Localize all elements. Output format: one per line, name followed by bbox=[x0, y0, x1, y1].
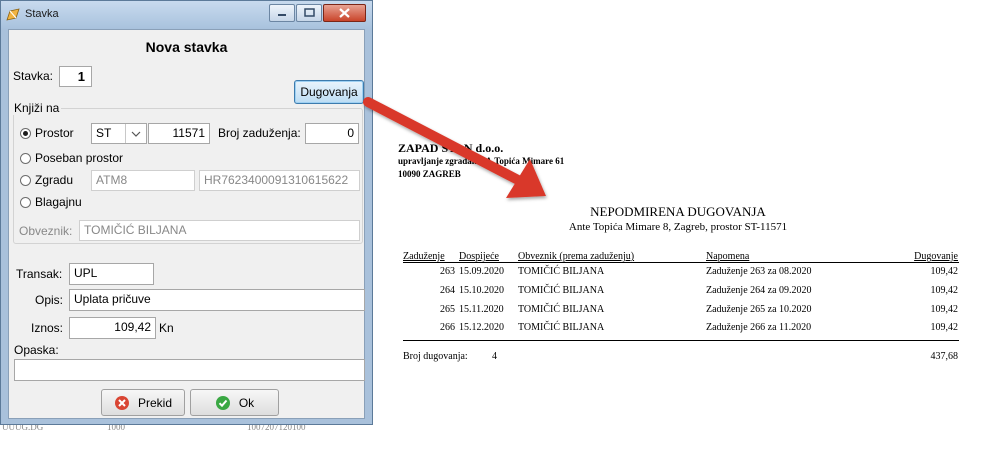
table-row-4-zaduzenje: 266 bbox=[440, 322, 455, 333]
table-row-2-napomena: Zaduženje 264 za 09.2020 bbox=[706, 285, 812, 296]
background-window-text: UUUG.DG 1000 1007207120100 bbox=[0, 424, 372, 434]
table-row-1-dugovanje: 109,42 bbox=[930, 266, 959, 277]
table-row-2-dugovanje: 109,42 bbox=[930, 285, 959, 296]
obveznik-label: Obveznik: bbox=[19, 224, 73, 238]
dugovanja-button[interactable]: Dugovanja bbox=[294, 80, 364, 104]
broj-zaduzenja-label: Broj zaduženja: bbox=[218, 126, 301, 140]
minimize-button[interactable] bbox=[269, 4, 295, 22]
prostor-number-field[interactable]: 11571 bbox=[148, 123, 210, 144]
company-city: 10090 ZAGREB bbox=[398, 169, 461, 179]
table-row-1-obveznik: TOMIČIĆ BILJANA bbox=[518, 266, 605, 277]
table-row-4-dospijece: 15.12.2020 bbox=[459, 322, 504, 333]
opis-field[interactable]: Uplata pričuve bbox=[69, 289, 365, 311]
table-row-2-dospijece: 15.10.2020 bbox=[459, 285, 504, 296]
prostor-radio[interactable] bbox=[20, 128, 31, 139]
blagajnu-label: Blagajnu bbox=[35, 195, 82, 209]
check-circle-icon bbox=[215, 395, 230, 410]
poseban-prostor-label: Poseban prostor bbox=[35, 151, 124, 165]
column-header-dospijece: Dospijeće bbox=[459, 251, 499, 262]
count-value: 4 bbox=[492, 351, 497, 362]
broj-zaduzenja-field[interactable]: 0 bbox=[305, 123, 359, 144]
zgradu-radio[interactable] bbox=[20, 175, 31, 186]
zgradu-label: Zgradu bbox=[35, 173, 74, 187]
iznos-unit: Kn bbox=[159, 321, 174, 335]
total-rule bbox=[403, 340, 959, 341]
iznos-field[interactable]: 109,42 bbox=[69, 317, 156, 339]
column-header-zaduzenje: Zaduženje bbox=[403, 251, 445, 262]
background-text-2: 1000 bbox=[107, 424, 125, 432]
total-value: 437,68 bbox=[930, 351, 959, 362]
table-row-1-zaduzenje: 263 bbox=[440, 266, 455, 277]
count-label: Broj dugovanja: bbox=[403, 351, 468, 362]
dialog-heading: Nova stavka bbox=[145, 39, 228, 55]
table-row-2-zaduzenje: 264 bbox=[440, 285, 455, 296]
column-header-obveznik: Obveznik (prema zaduženju) bbox=[518, 251, 635, 262]
background-text-1: UUUG.DG bbox=[2, 424, 44, 432]
title-bar[interactable]: Stavka bbox=[1, 1, 372, 29]
table-row-3-dospijece: 15.11.2020 bbox=[459, 304, 504, 315]
ok-button[interactable]: Ok bbox=[190, 389, 279, 416]
table-row-4-napomena: Zaduženje 266 za 11.2020 bbox=[706, 322, 812, 333]
chevron-down-icon bbox=[131, 131, 141, 137]
table-row-3-dugovanje: 109,42 bbox=[930, 304, 959, 315]
dropdown-button[interactable] bbox=[125, 124, 146, 143]
company-name: ZAPAD STAN d.o.o. bbox=[398, 141, 504, 155]
prostor-code-select[interactable]: ST bbox=[91, 123, 147, 144]
prostor-code-value: ST bbox=[96, 126, 112, 140]
table-row-1-napomena: Zaduženje 263 za 08.2020 bbox=[706, 266, 812, 277]
prekid-button[interactable]: Prekid bbox=[101, 389, 185, 416]
transak-field[interactable]: UPL bbox=[69, 263, 154, 285]
iznos-label: Iznos: bbox=[31, 321, 64, 335]
table-row-3-napomena: Zaduženje 265 za 10.2020 bbox=[706, 304, 812, 315]
opaska-label: Opaska: bbox=[14, 343, 59, 357]
report-subtitle: Ante Topića Mimare 8, Zagreb, prostor ST… bbox=[568, 221, 788, 233]
ok-button-label: Ok bbox=[238, 395, 255, 410]
dialog-client-area: Nova stavka Stavka: 1 Dugovanja Knjiži n… bbox=[8, 29, 365, 419]
blagajnu-radio[interactable] bbox=[20, 197, 31, 208]
obveznik-field[interactable]: TOMIČIĆ BILJANA bbox=[79, 220, 360, 241]
table-row-2-obveznik: TOMIČIĆ BILJANA bbox=[518, 285, 605, 296]
app-icon bbox=[6, 8, 20, 21]
table-row-3-zaduzenje: 265 bbox=[440, 304, 455, 315]
table-row-3-obveznik: TOMIČIĆ BILJANA bbox=[518, 304, 605, 315]
transak-label: Transak: bbox=[16, 267, 63, 281]
header-rule bbox=[403, 262, 959, 263]
maximize-button[interactable] bbox=[296, 4, 322, 22]
opaska-field[interactable] bbox=[14, 359, 365, 381]
company-address: upravljanje zgradama A.Topića Mimare 61 bbox=[398, 156, 565, 166]
column-header-napomena: Napomena bbox=[706, 251, 750, 262]
close-button[interactable] bbox=[323, 4, 366, 22]
table-row-4-obveznik: TOMIČIĆ BILJANA bbox=[518, 322, 605, 333]
report-title: NEPODMIRENA DUGOVANJA bbox=[590, 204, 766, 219]
window-title: Stavka bbox=[25, 8, 59, 20]
close-icon bbox=[339, 8, 350, 18]
table-row-1-dospijece: 15.09.2020 bbox=[459, 266, 504, 277]
stavka-dialog: Stavka Nova stavka Stavka: 1 Dugovanja K… bbox=[0, 0, 373, 425]
table-row-4-dugovanje: 109,42 bbox=[930, 322, 959, 333]
zgradu-iban-field[interactable]: HR7623400091310615622 bbox=[199, 170, 360, 191]
report-document: ZAPAD STAN d.o.o. upravljanje zgradama A… bbox=[398, 0, 985, 452]
maximize-icon bbox=[304, 8, 315, 17]
poseban-prostor-radio[interactable] bbox=[20, 153, 31, 164]
x-circle-icon bbox=[114, 395, 129, 410]
prekid-button-label: Prekid bbox=[137, 395, 172, 410]
column-header-dugovanje: Dugovanje bbox=[914, 251, 958, 262]
opis-label: Opis: bbox=[35, 293, 64, 307]
knjizi-na-label: Knjiži na bbox=[12, 101, 62, 115]
minimize-icon bbox=[278, 14, 286, 16]
background-text-3: 1007207120100 bbox=[247, 424, 306, 432]
prostor-label: Prostor bbox=[35, 126, 74, 140]
dugovanja-button-label: Dugovanja bbox=[300, 85, 358, 99]
zgradu-code-field[interactable]: ATM8 bbox=[91, 170, 195, 191]
stavka-label: Stavka: bbox=[13, 69, 54, 83]
stavka-field[interactable]: 1 bbox=[59, 66, 92, 87]
